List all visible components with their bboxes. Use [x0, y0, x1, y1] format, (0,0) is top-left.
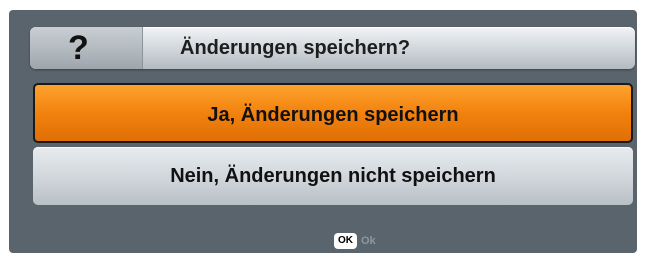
ok-key-icon: OK: [334, 233, 357, 249]
question-mark-icon: ?: [68, 29, 89, 67]
save-changes-yes-button[interactable]: Ja, Änderungen speichern: [33, 83, 633, 143]
ok-hint-label: Ok: [361, 235, 376, 247]
dialog-title: Änderungen speichern?: [180, 37, 411, 59]
footer-hint: OK Ok: [334, 232, 376, 250]
save-changes-dialog: ? Änderungen speichern? Ja, Änderungen s…: [9, 10, 637, 253]
save-changes-no-button[interactable]: Nein, Änderungen nicht speichern: [33, 147, 633, 205]
dialog-title-bar: ? Änderungen speichern?: [30, 27, 635, 69]
title-icon-box: ?: [30, 27, 143, 69]
